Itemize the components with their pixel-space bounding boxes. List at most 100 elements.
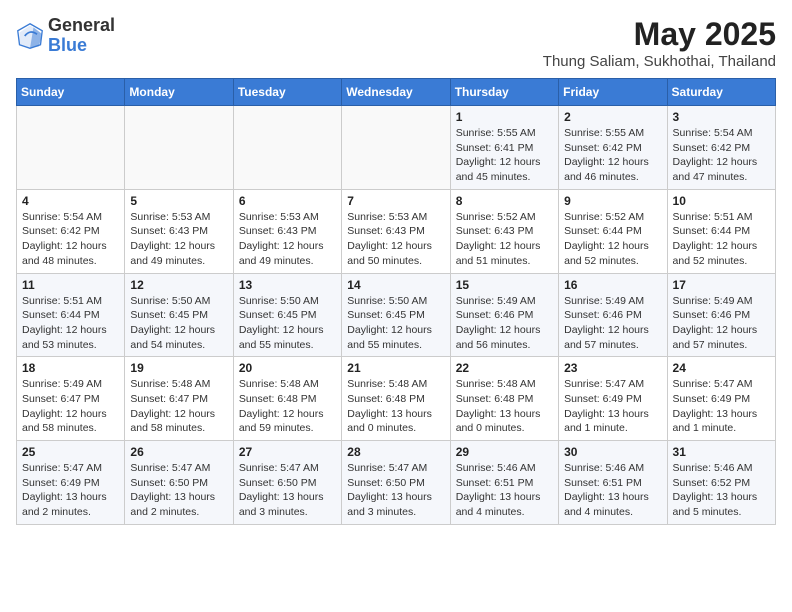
day-info: Sunrise: 5:47 AM Sunset: 6:49 PM Dayligh… [673, 377, 770, 436]
day-number: 26 [130, 445, 227, 459]
calendar-cell: 21Sunrise: 5:48 AM Sunset: 6:48 PM Dayli… [342, 357, 450, 441]
calendar-cell: 18 Sunrise: 5:49 AM Sunset: 6:47 PM Dayli… [17, 357, 125, 441]
day-info: Sunrise: 5:49 AM Sunset: 6:46 PM Dayligh… [673, 294, 770, 353]
calendar-cell: 19Sunrise: 5:48 AM Sunset: 6:47 PM Dayli… [125, 357, 233, 441]
day-header-wednesday: Wednesday [342, 79, 450, 106]
day-number: 28 [347, 445, 444, 459]
calendar-cell: 20 Sunrise: 5:48 AM Sunset: 6:48 PM Dayli… [233, 357, 341, 441]
calendar-cell: 2Sunrise: 5:55 AM Sunset: 6:42 PM Daylig… [559, 106, 667, 190]
calendar-cell: 9 Sunrise: 5:52 AM Sunset: 6:44 PM Daylig… [559, 189, 667, 273]
calendar-cell: 30Sunrise: 5:46 AM Sunset: 6:51 PM Dayli… [559, 441, 667, 525]
calendar-cell: 10Sunrise: 5:51 AM Sunset: 6:44 PM Dayli… [667, 189, 775, 273]
days-of-week-row: SundayMondayTuesdayWednesdayThursdayFrid… [17, 79, 776, 106]
day-number: 25 [22, 445, 119, 459]
calendar-cell [233, 106, 341, 190]
calendar-cell: 23 Sunrise: 5:47 AM Sunset: 6:49 PM Dayli… [559, 357, 667, 441]
day-number: 11 [22, 278, 119, 292]
week-row-3: 11 Sunrise: 5:51 AM Sunset: 6:44 PM Dayli… [17, 273, 776, 357]
day-number: 20 [239, 361, 336, 375]
day-info: Sunrise: 5:50 AM Sunset: 6:45 PM Dayligh… [130, 294, 227, 353]
day-info: Sunrise: 5:47 AM Sunset: 6:50 PM Dayligh… [130, 461, 227, 520]
day-info: Sunrise: 5:51 AM Sunset: 6:44 PM Dayligh… [22, 294, 119, 353]
day-number: 17 [673, 278, 770, 292]
day-info: Sunrise: 5:50 AM Sunset: 6:45 PM Dayligh… [347, 294, 444, 353]
calendar-cell: 7Sunrise: 5:53 AM Sunset: 6:43 PM Daylig… [342, 189, 450, 273]
day-info: Sunrise: 5:47 AM Sunset: 6:50 PM Dayligh… [239, 461, 336, 520]
day-number: 6 [239, 194, 336, 208]
day-info: Sunrise: 5:53 AM Sunset: 6:43 PM Dayligh… [239, 210, 336, 269]
calendar-cell: 28 Sunrise: 5:47 AM Sunset: 6:50 PM Dayli… [342, 441, 450, 525]
day-info: Sunrise: 5:48 AM Sunset: 6:47 PM Dayligh… [130, 377, 227, 436]
calendar-cell: 17 Sunrise: 5:49 AM Sunset: 6:46 PM Dayli… [667, 273, 775, 357]
day-number: 5 [130, 194, 227, 208]
day-number: 13 [239, 278, 336, 292]
calendar-cell [125, 106, 233, 190]
calendar-cell: 27 Sunrise: 5:47 AM Sunset: 6:50 PM Dayli… [233, 441, 341, 525]
day-number: 7 [347, 194, 444, 208]
location-title: Thung Saliam, Sukhothai, Thailand [543, 53, 776, 70]
calendar-cell: 31 Sunrise: 5:46 AM Sunset: 6:52 PM Dayli… [667, 441, 775, 525]
day-info: Sunrise: 5:52 AM Sunset: 6:44 PM Dayligh… [564, 210, 661, 269]
day-info: Sunrise: 5:49 AM Sunset: 6:46 PM Dayligh… [456, 294, 553, 353]
calendar-cell: 24 Sunrise: 5:47 AM Sunset: 6:49 PM Dayli… [667, 357, 775, 441]
day-info: Sunrise: 5:48 AM Sunset: 6:48 PM Dayligh… [456, 377, 553, 436]
day-number: 9 [564, 194, 661, 208]
day-number: 2 [564, 110, 661, 124]
calendar-cell: 26 Sunrise: 5:47 AM Sunset: 6:50 PM Dayli… [125, 441, 233, 525]
calendar-cell: 14 Sunrise: 5:50 AM Sunset: 6:45 PM Dayli… [342, 273, 450, 357]
day-info: Sunrise: 5:54 AM Sunset: 6:42 PM Dayligh… [22, 210, 119, 269]
generalblue-logo-icon [16, 22, 44, 50]
day-number: 16 [564, 278, 661, 292]
day-info: Sunrise: 5:47 AM Sunset: 6:49 PM Dayligh… [22, 461, 119, 520]
calendar-table: SundayMondayTuesdayWednesdayThursdayFrid… [16, 78, 776, 525]
calendar-cell: 3Sunrise: 5:54 AM Sunset: 6:42 PM Daylig… [667, 106, 775, 190]
day-number: 18 [22, 361, 119, 375]
day-number: 8 [456, 194, 553, 208]
week-row-4: 18 Sunrise: 5:49 AM Sunset: 6:47 PM Dayli… [17, 357, 776, 441]
day-header-friday: Friday [559, 79, 667, 106]
title-block: May 2025 Thung Saliam, Sukhothai, Thaila… [543, 16, 776, 70]
day-number: 15 [456, 278, 553, 292]
week-row-2: 4 Sunrise: 5:54 AM Sunset: 6:42 PM Daylig… [17, 189, 776, 273]
calendar-cell: 29 Sunrise: 5:46 AM Sunset: 6:51 PM Dayli… [450, 441, 558, 525]
calendar-cell: 11 Sunrise: 5:51 AM Sunset: 6:44 PM Dayli… [17, 273, 125, 357]
day-info: Sunrise: 5:49 AM Sunset: 6:46 PM Dayligh… [564, 294, 661, 353]
day-number: 31 [673, 445, 770, 459]
day-number: 22 [456, 361, 553, 375]
day-info: Sunrise: 5:46 AM Sunset: 6:52 PM Dayligh… [673, 461, 770, 520]
calendar-body: 1Sunrise: 5:55 AM Sunset: 6:41 PM Daylig… [17, 106, 776, 525]
day-info: Sunrise: 5:47 AM Sunset: 6:49 PM Dayligh… [564, 377, 661, 436]
day-number: 23 [564, 361, 661, 375]
day-number: 21 [347, 361, 444, 375]
day-number: 24 [673, 361, 770, 375]
day-header-monday: Monday [125, 79, 233, 106]
calendar-cell [17, 106, 125, 190]
day-info: Sunrise: 5:46 AM Sunset: 6:51 PM Dayligh… [564, 461, 661, 520]
calendar-header: SundayMondayTuesdayWednesdayThursdayFrid… [17, 79, 776, 106]
day-header-sunday: Sunday [17, 79, 125, 106]
week-row-1: 1Sunrise: 5:55 AM Sunset: 6:41 PM Daylig… [17, 106, 776, 190]
calendar-cell: 12 Sunrise: 5:50 AM Sunset: 6:45 PM Dayli… [125, 273, 233, 357]
calendar-cell: 13Sunrise: 5:50 AM Sunset: 6:45 PM Dayli… [233, 273, 341, 357]
logo-text: General Blue [48, 16, 115, 56]
day-number: 1 [456, 110, 553, 124]
logo-general: General [48, 15, 115, 35]
day-info: Sunrise: 5:53 AM Sunset: 6:43 PM Dayligh… [130, 210, 227, 269]
day-info: Sunrise: 5:48 AM Sunset: 6:48 PM Dayligh… [239, 377, 336, 436]
calendar-cell: 8Sunrise: 5:52 AM Sunset: 6:43 PM Daylig… [450, 189, 558, 273]
calendar-cell: 5 Sunrise: 5:53 AM Sunset: 6:43 PM Daylig… [125, 189, 233, 273]
calendar-cell [342, 106, 450, 190]
calendar-cell: 4 Sunrise: 5:54 AM Sunset: 6:42 PM Daylig… [17, 189, 125, 273]
day-header-thursday: Thursday [450, 79, 558, 106]
logo-blue: Blue [48, 35, 87, 55]
day-header-saturday: Saturday [667, 79, 775, 106]
day-number: 27 [239, 445, 336, 459]
day-number: 12 [130, 278, 227, 292]
day-info: Sunrise: 5:49 AM Sunset: 6:47 PM Dayligh… [22, 377, 119, 436]
day-header-tuesday: Tuesday [233, 79, 341, 106]
day-number: 4 [22, 194, 119, 208]
day-info: Sunrise: 5:46 AM Sunset: 6:51 PM Dayligh… [456, 461, 553, 520]
day-number: 14 [347, 278, 444, 292]
day-info: Sunrise: 5:47 AM Sunset: 6:50 PM Dayligh… [347, 461, 444, 520]
day-number: 29 [456, 445, 553, 459]
